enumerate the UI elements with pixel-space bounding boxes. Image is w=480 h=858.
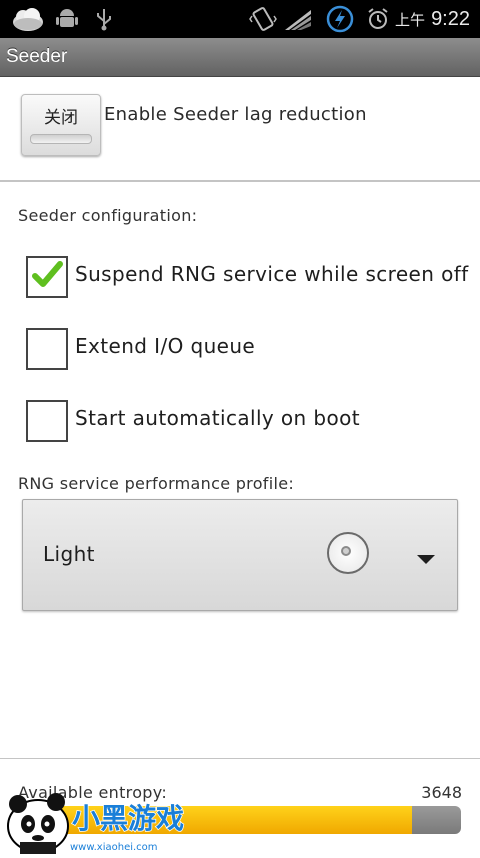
option-extend-io-queue[interactable]: Extend I/O queue (26, 328, 466, 370)
performance-profile-dropdown[interactable]: Light (22, 499, 458, 611)
start-on-boot-label: Start automatically on boot (75, 406, 360, 430)
title-bar: Seeder (0, 38, 480, 77)
watermark-url: www.xiaohei.com (70, 842, 158, 853)
suspend-rng-checkbox[interactable] (26, 256, 68, 298)
sync-icon (324, 0, 356, 38)
xiaohei-watermark-logo: 小黑游戏 www.xiaohei.com (0, 784, 200, 854)
status-time: 9:22 (431, 7, 470, 30)
start-on-boot-checkbox[interactable] (26, 400, 68, 442)
lag-reduction-toggle-button[interactable]: 关闭 (21, 94, 101, 156)
usb-icon (92, 0, 116, 38)
toggle-button-label: 关闭 (44, 108, 78, 128)
section-divider (0, 180, 480, 182)
profile-selected-value: Light (43, 542, 95, 566)
profile-heading: RNG service performance profile: (18, 474, 295, 493)
dropdown-arrow-icon (417, 555, 435, 564)
watermark-brand: 小黑游戏 (72, 802, 184, 835)
config-heading: Seeder configuration: (18, 206, 198, 225)
android-debug-icon (54, 0, 80, 38)
vibrate-icon (248, 0, 278, 38)
extend-io-queue-checkbox[interactable] (26, 328, 68, 370)
app-title: Seeder (6, 46, 68, 67)
checkmark-icon (32, 261, 63, 287)
bottom-divider (0, 758, 480, 759)
suspend-rng-label: Suspend RNG service while screen off (75, 262, 469, 286)
weather-cloud-icon (8, 0, 48, 38)
alarm-icon (364, 0, 392, 38)
radio-icon (327, 532, 369, 574)
signal-icon (282, 0, 314, 38)
entropy-value: 3648 (421, 783, 462, 802)
status-bar: 上午 9:22 (0, 0, 480, 38)
option-start-on-boot[interactable]: Start automatically on boot (26, 400, 466, 442)
option-suspend-rng[interactable]: Suspend RNG service while screen off (26, 256, 469, 298)
lag-reduction-label: Enable Seeder lag reduction (104, 104, 367, 125)
extend-io-queue-label: Extend I/O queue (75, 334, 256, 358)
status-clock: 上午 9:22 (395, 0, 470, 38)
toggle-indicator (30, 134, 92, 144)
status-ampm: 上午 (395, 11, 426, 29)
